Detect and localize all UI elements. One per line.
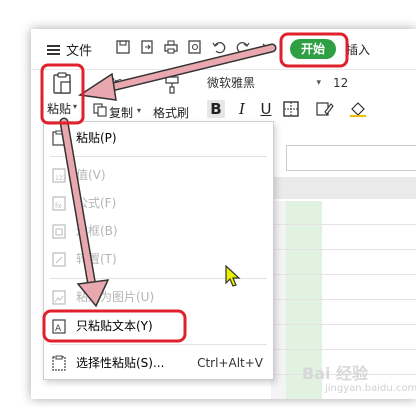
- menu-item-paste-values[interactable]: 123 值(V): [44, 162, 273, 188]
- undo-icon[interactable]: [211, 40, 227, 56]
- watermark: Bai 经验: [302, 364, 369, 383]
- border-icon[interactable]: [283, 101, 299, 117]
- chevron-down-icon: ▾: [316, 78, 321, 88]
- menu-item-label: 粘贴(P): [76, 131, 117, 145]
- menu-item-label: 选择性粘贴(S)...: [76, 356, 165, 370]
- formula-bar[interactable]: [286, 145, 416, 171]
- paste-button[interactable]: 粘贴 ▾: [45, 70, 81, 122]
- file-menu-button[interactable]: 文件: [47, 40, 92, 59]
- tab-insert[interactable]: 插入: [346, 41, 370, 58]
- paste-border-icon: [52, 224, 66, 239]
- grid-line: [271, 299, 416, 300]
- menu-item-paste-as-picture[interactable]: 粘贴为图片(U): [44, 284, 273, 310]
- app-window: 文件 开始 插入 粘贴 ▾ ✂ 复制 ▾ 格式刷 微软雅黑 ▾ 12 B I U…: [31, 29, 416, 399]
- scissors-icon: ✂: [111, 74, 123, 90]
- paste-dropdown-icon[interactable]: ▾: [73, 102, 77, 111]
- grid-line: [271, 274, 416, 275]
- menu-item-label: 值(V): [76, 168, 106, 182]
- print-icon[interactable]: [163, 40, 179, 56]
- menu-item-paste-text-only[interactable]: A 只粘贴文本(Y): [44, 313, 273, 339]
- grid-line: [271, 224, 416, 225]
- copy-dropdown-icon[interactable]: ▾: [137, 106, 141, 115]
- svg-text:A: A: [55, 324, 62, 334]
- paste-values-icon: 123: [52, 168, 66, 183]
- cell-style-icon[interactable]: [316, 101, 334, 117]
- paste-dropdown-menu: 粘贴(P) 123 值(V) fx 公式(F) 边框(B) 转置(T) 粘贴为图…: [43, 121, 274, 380]
- italic-button[interactable]: I: [233, 100, 251, 118]
- copy-icon: [93, 102, 107, 117]
- font-size-select[interactable]: 12: [329, 73, 379, 93]
- bold-button[interactable]: B: [207, 100, 225, 118]
- export-icon[interactable]: [139, 40, 155, 56]
- redo-icon[interactable]: [235, 40, 251, 56]
- paste-formula-icon: fx: [52, 196, 66, 211]
- grid-line: [271, 249, 416, 250]
- paste-icon: [53, 72, 71, 94]
- menu-item-label: 公式(F): [76, 196, 117, 210]
- mouse-cursor-icon: [225, 265, 241, 287]
- save-icon[interactable]: [115, 40, 131, 56]
- menu-bar: 文件 开始 插入: [31, 29, 416, 70]
- menu-item-paste-special[interactable]: 选择性粘贴(S)... Ctrl+Alt+V: [44, 350, 273, 376]
- column-header: [271, 177, 416, 199]
- format-painter-button[interactable]: 格式刷: [153, 104, 189, 121]
- grid-line: [271, 349, 416, 350]
- fill-color-icon[interactable]: [349, 101, 367, 117]
- cut-button[interactable]: ✂: [111, 74, 123, 90]
- ribbon: 粘贴 ▾ ✂ 复制 ▾ 格式刷 微软雅黑 ▾ 12 B I U: [31, 70, 416, 120]
- svg-text:123: 123: [55, 175, 66, 182]
- copy-button[interactable]: 复制: [109, 104, 133, 121]
- file-menu-label: 文件: [66, 44, 93, 59]
- menu-item-label: 只粘贴文本(Y): [76, 319, 153, 333]
- menu-item-paste-formula[interactable]: fx 公式(F): [44, 190, 273, 216]
- font-size-value: 12: [333, 76, 349, 90]
- paste-picture-icon: [52, 290, 66, 305]
- menu-item-paste-border[interactable]: 边框(B): [44, 218, 273, 244]
- font-name-value: 微软雅黑: [207, 76, 256, 90]
- hamburger-icon: [47, 44, 60, 55]
- paste-label: 粘贴: [47, 102, 72, 116]
- font-name-select[interactable]: 微软雅黑 ▾: [203, 73, 325, 93]
- menu-item-label: 粘贴为图片(U): [76, 290, 155, 304]
- svg-text:fx: fx: [55, 202, 62, 210]
- paste-text-icon: A: [52, 319, 66, 334]
- watermark-sub: jingyan.baidu.com: [325, 383, 416, 394]
- menu-item-shortcut: Ctrl+Alt+V: [197, 356, 263, 370]
- menu-divider: [50, 344, 267, 345]
- tab-start[interactable]: 开始: [290, 39, 336, 59]
- menu-divider: [50, 156, 267, 157]
- grid-line: [271, 324, 416, 325]
- format-painter-icon: [164, 76, 180, 94]
- menu-item-label: 边框(B): [76, 224, 118, 238]
- paste-icon: [52, 130, 66, 146]
- print-preview-icon[interactable]: [187, 40, 203, 56]
- menu-item-paste[interactable]: 粘贴(P): [44, 125, 273, 151]
- underline-button[interactable]: U: [257, 100, 275, 118]
- dropdown-icon[interactable]: [259, 40, 275, 56]
- paste-transpose-icon: [52, 252, 66, 267]
- menu-item-label: 转置(T): [76, 252, 117, 266]
- paste-special-icon: [52, 355, 66, 371]
